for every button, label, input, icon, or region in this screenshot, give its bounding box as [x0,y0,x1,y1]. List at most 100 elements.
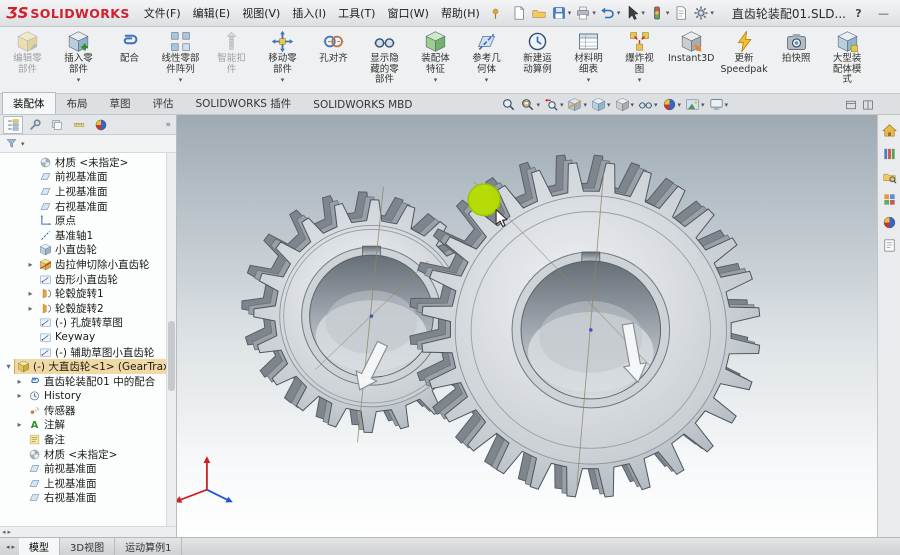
manager-tab[interactable] [25,116,45,134]
pin-icon[interactable] [489,7,502,20]
quick-access-button[interactable]: ▾ [647,3,672,23]
tree-item[interactable]: ▸ 齿形小直齿轮 [0,272,176,287]
filter-icon[interactable] [5,137,18,150]
ribbon-button[interactable]: 显示隐 藏的零 部件 ▾ [359,28,410,92]
ribbon-button[interactable]: 材料明 细表 ▾ [563,28,614,92]
menu-item[interactable]: 插入(I) [286,1,332,25]
quick-access-button[interactable]: ▾ [549,3,574,23]
quick-access-button[interactable]: ▾ [573,3,598,23]
ribbon-button[interactable]: 新建运 动算例 ▾ [512,28,563,92]
tree-item[interactable]: ▸ 传感器 [0,403,176,418]
menu-item[interactable]: 文件(F) [138,1,187,25]
expand-arrow-icon[interactable]: ▸ [26,304,35,313]
quick-access-button[interactable]: ▾ [598,3,623,23]
hud-button[interactable]: ▾ [709,97,729,112]
ribbon-button[interactable]: 配合 ▾ [104,28,155,92]
ribbon-button[interactable]: 孔对齐 ▾ [308,28,359,92]
hud-button[interactable]: ▾ [662,97,682,112]
hud-button[interactable]: ▾ [591,97,611,112]
tree-item[interactable]: ▸ A 注解 [0,418,176,433]
quick-access-button[interactable]: ▾ [691,3,716,23]
manager-tab[interactable] [69,116,89,134]
filter-dropdown-icon[interactable]: ▾ [21,140,25,148]
task-pane-button[interactable] [882,192,897,207]
quick-access-button[interactable]: ▾ [622,3,647,23]
hud-button[interactable]: ▾ [544,97,564,112]
statusbar-tab[interactable]: 模型 [19,538,60,555]
ribbon-button[interactable]: Instant3D ▾ [665,28,717,92]
window-control-button[interactable]: — [871,4,896,23]
statusbar-tab[interactable]: 运动算例1 [115,538,182,555]
expand-arrow-icon[interactable]: ▸ [15,377,24,386]
expand-arrow-icon[interactable]: ▸ [26,260,35,269]
tree-item[interactable]: ▸ 轮毂旋转1 [0,286,176,301]
ribbon-button[interactable]: 智能扣 件 ▾ [206,28,257,92]
quick-access-button[interactable]: ▾ [671,3,691,23]
hud-button[interactable]: ▾ [501,97,516,112]
ribbon-button[interactable]: 爆炸视 图 ▾ [614,28,665,92]
tree-item[interactable]: ▸ 直齿轮装配01 中的配合 [0,374,176,389]
tree-item[interactable]: ▸ 轮毂旋转2 [0,301,176,316]
help-button[interactable]: ? [846,4,871,23]
tree-item[interactable]: ▸ (-) 孔旋转草图 [0,316,176,331]
quick-access-button[interactable]: ▾ [529,3,549,23]
menu-item[interactable]: 视图(V) [236,1,286,25]
tree-vertical-scrollbar[interactable] [166,153,176,526]
tree-item[interactable]: ▸ 材质 <未指定> [0,155,176,170]
tree-item[interactable]: ▸ 上视基准面 [0,476,176,491]
hud-button[interactable]: ▾ [520,97,540,112]
scrollbar-thumb[interactable] [168,321,175,391]
graphics-area[interactable] [177,115,877,537]
ribbon-button[interactable]: 移动零 部件 ▾ [257,28,308,92]
tree-item[interactable]: ▸ History [0,389,176,404]
tree-item[interactable]: ▸ 右视基准面 [0,199,176,214]
ribbon-button[interactable]: 更新 Speedpak ▾ [717,28,770,92]
hud-button[interactable]: ▾ [615,97,635,112]
expand-arrow-icon[interactable]: ▸ [26,289,35,298]
tree-item[interactable]: ▸ 齿拉伸切除小直齿轮 [0,257,176,272]
command-tab[interactable]: 装配体 [2,92,56,114]
ribbon-button[interactable]: 拍快照 ▾ [771,28,822,92]
command-tab[interactable]: SOLIDWORKS 插件 [185,92,303,114]
tree-item[interactable]: ▸ 材质 <未指定> [0,447,176,462]
hud-button[interactable]: ▾ [567,97,587,112]
task-pane-button[interactable] [882,123,897,138]
ribbon-button[interactable]: 参考几 何体 ▾ [461,28,512,92]
tree-item[interactable]: ▸ 原点 [0,213,176,228]
ribbon-button[interactable]: 插入零 部件 ▾ [53,28,104,92]
task-pane-button[interactable] [882,215,897,230]
hud-button[interactable]: ▾ [638,97,658,112]
manager-tab[interactable] [91,116,111,134]
tree-item[interactable]: ▸ 上视基准面 [0,184,176,199]
ribbon-button[interactable]: 装配体 特征 ▾ [410,28,461,92]
tree-item[interactable]: ▸ 小直齿轮 [0,243,176,258]
manager-tab[interactable] [3,116,23,134]
pane-control-button[interactable] [845,99,857,111]
panel-horizontal-scrollbar[interactable]: ◂▸ [0,526,176,537]
expand-arrow-icon[interactable]: ▸ [15,391,24,400]
menu-item[interactable]: 窗口(W) [381,1,434,25]
tab-scroll-arrows[interactable]: ◂▸ [2,538,19,555]
ribbon-button[interactable]: 编辑零 部件 ▾ [2,28,53,92]
quick-access-button[interactable]: ▾ [509,3,529,23]
menu-item[interactable]: 编辑(E) [187,1,237,25]
tree-item[interactable]: ▾ (-) 大直齿轮<1> (GearTrax<显示 [0,359,176,374]
expand-arrow-icon[interactable]: ▸ [15,420,24,429]
ribbon-button[interactable]: 大型装 配体模 式 ▾ [822,28,873,92]
hud-button[interactable]: ▾ [685,97,705,112]
menu-item[interactable]: 帮助(H) [435,1,486,25]
tree-item[interactable]: ▸ 右视基准面 [0,491,176,506]
command-tab[interactable]: 评估 [142,92,185,114]
menu-item[interactable]: 工具(T) [332,1,381,25]
task-pane-button[interactable] [882,238,897,253]
tree-item[interactable]: ▸ 基准轴1 [0,228,176,243]
task-pane-button[interactable] [882,169,897,184]
tree-item[interactable]: ▸ (-) 辅助草图小直齿轮 [0,345,176,360]
ribbon-button[interactable]: 线性零部 件阵列 ▾ [155,28,206,92]
command-tab[interactable]: 布局 [56,92,99,114]
command-tab[interactable]: 草图 [99,92,142,114]
tree-item[interactable]: ▸ 前视基准面 [0,461,176,476]
expand-arrow-icon[interactable]: ▾ [4,362,13,371]
statusbar-tab[interactable]: 3D视图 [60,538,115,555]
tree-item[interactable]: ▸ Keyway [0,330,176,345]
